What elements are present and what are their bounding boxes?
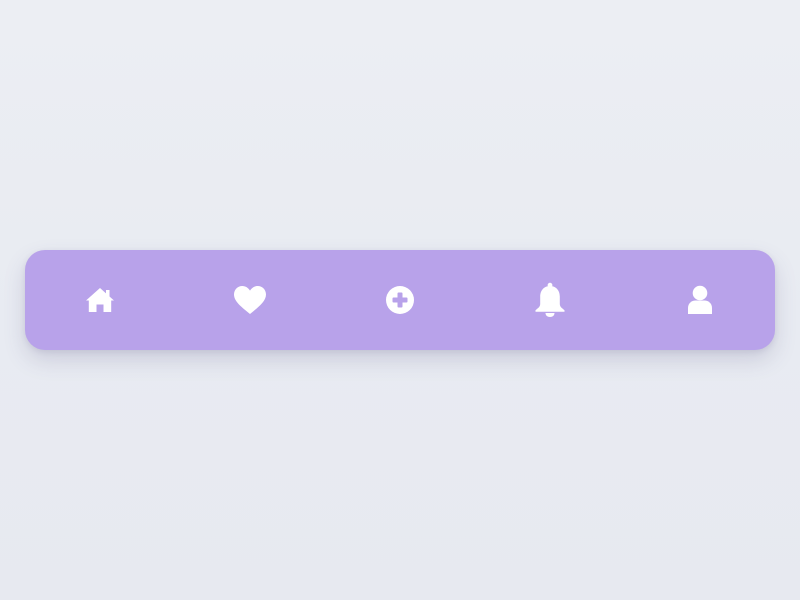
user-icon [688, 285, 712, 314]
nav-item-create[interactable] [325, 250, 475, 350]
nav-item-favorites[interactable] [175, 250, 325, 350]
nav-item-home[interactable] [25, 250, 175, 350]
bell-icon [535, 282, 565, 317]
add-circle-icon [386, 286, 414, 314]
home-icon [86, 288, 114, 312]
bottom-nav-bar [25, 250, 775, 350]
nav-item-notifications[interactable] [475, 250, 625, 350]
nav-item-profile[interactable] [625, 250, 775, 350]
heart-icon [234, 286, 266, 314]
